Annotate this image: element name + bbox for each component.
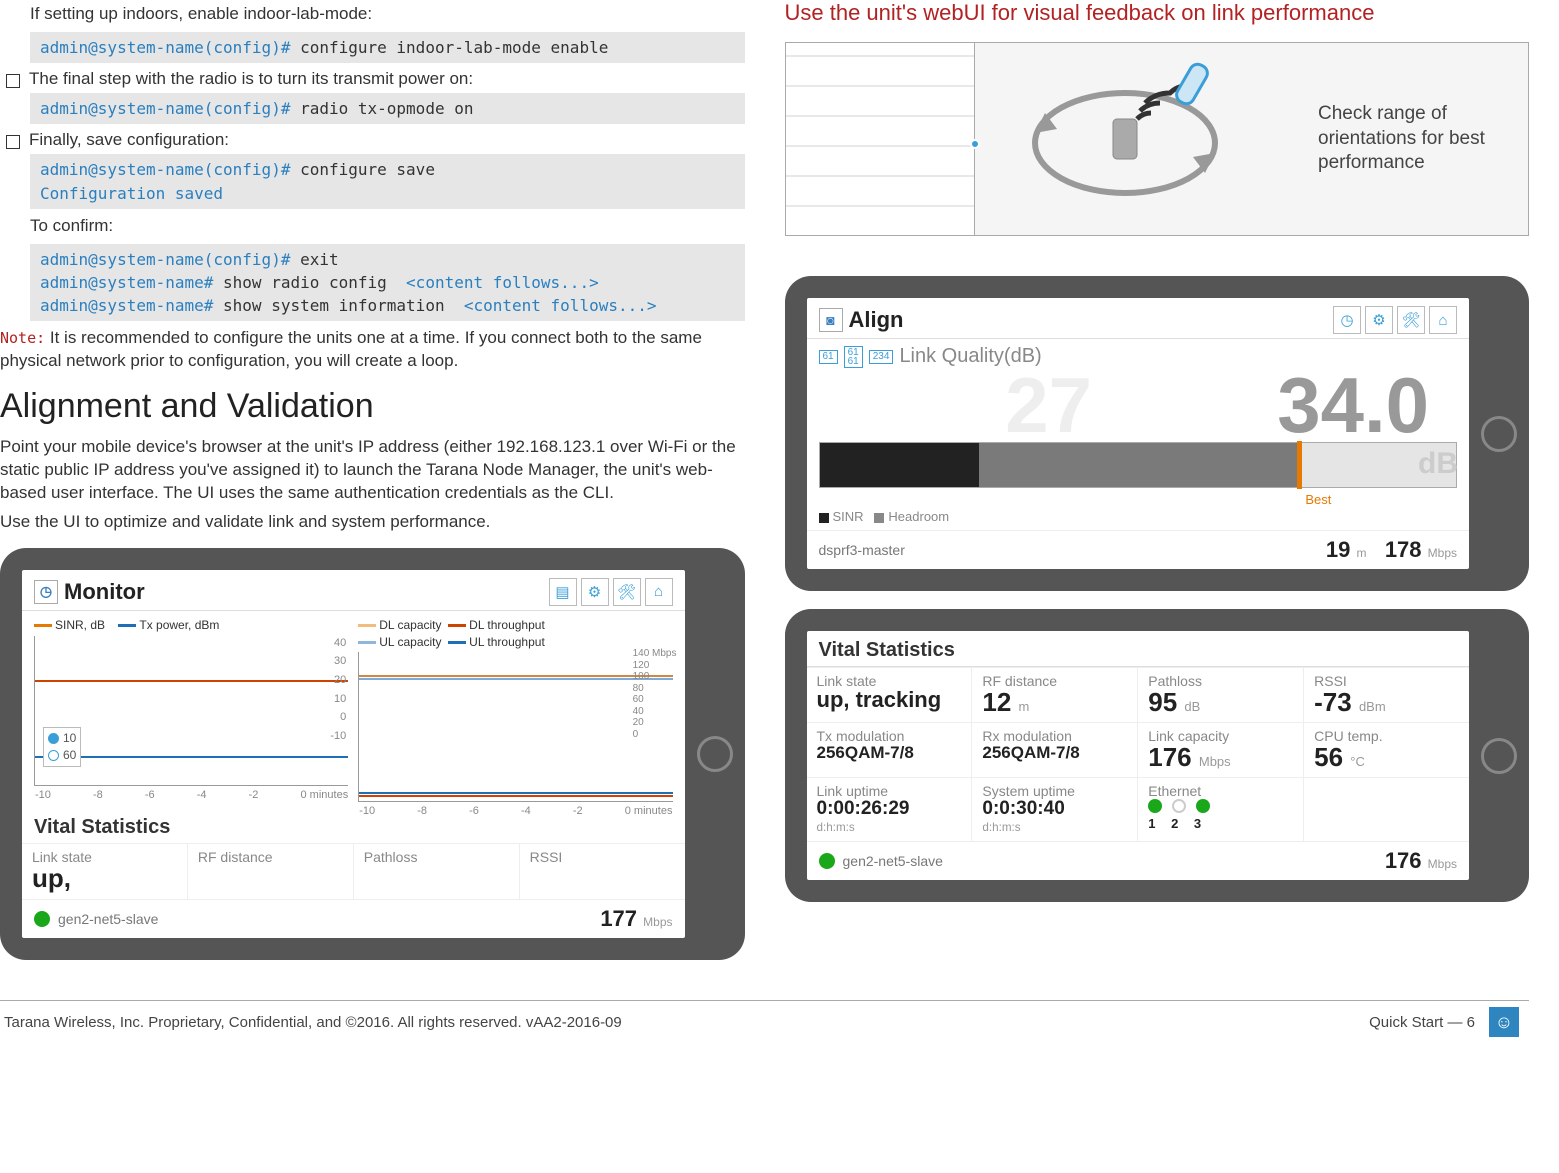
monitor-icon: ◷ [34,580,58,604]
node-name: gen2-net5-slave [58,911,158,927]
code-confirm: admin@system-name(config)# exit admin@sy… [30,244,745,322]
node-name: gen2-net5-slave [843,853,943,869]
align-title: Align [849,307,904,333]
yticks-left: 403020100-10 [330,634,346,746]
code-indoor: admin@system-name(config)# configure ind… [30,32,745,63]
step-save-text: Finally, save configuration: [29,130,229,150]
home-icon[interactable]: ⌂ [1429,306,1457,334]
ethernet-dots [1148,799,1293,816]
badge-3: 234 [869,350,894,364]
page-footer: Tarana Wireless, Inc. Proprietary, Confi… [0,1000,1529,1037]
signal-icon[interactable]: ▤ [549,578,577,606]
wrench-icon[interactable]: 🛠 [613,578,641,606]
gear-icon[interactable]: ⚙ [1365,306,1393,334]
confirm-text: To confirm: [30,215,745,238]
align-icon: ◙ [819,308,843,332]
left-column: If setting up indoors, enable indoor-lab… [0,0,745,960]
note: Note: It is recommended to configure the… [0,327,745,373]
person-icon: ☺ [1489,1007,1519,1037]
chart-throughput: 140 Mbps120100806040200 -10-8-6-4-20 min… [358,652,672,802]
status-dot-icon [819,853,835,869]
footer-left: Tarana Wireless, Inc. Proprietary, Confi… [4,1014,622,1031]
yticks-right: 140 Mbps120100806040200 [633,648,677,740]
code-tx: admin@system-name(config)# radio tx-opmo… [30,93,745,124]
step-indoor: If setting up indoors, enable indoor-lab… [30,3,745,26]
section-alignment: Alignment and Validation [0,387,745,426]
code-save: admin@system-name(config)# configure sav… [30,154,745,208]
lq-legend: SINR Headroom [807,507,1470,530]
checkbox-icon [6,135,20,149]
clock-icon[interactable]: ◷ [1333,306,1361,334]
lq-value: 27 34.0 [807,368,1470,442]
chart-sinr: 403020100-10 10 60 -10-8-6-4-20 minutes [34,636,348,786]
home-icon[interactable]: ⌂ [645,578,673,606]
wrench-icon[interactable]: 🛠 [1397,306,1425,334]
status-dot-icon [34,911,50,927]
orientation-illustration: Check range of orientations for best per… [974,42,1530,236]
badge-1: 61 [819,350,838,364]
align-para2: Use the UI to optimize and validate link… [0,511,745,534]
connector-dot-icon [970,139,980,149]
device-vital: Vital Statistics Link stateup, tracking … [785,609,1530,902]
monitor-title: Monitor [64,579,145,605]
right-heading: Use the unit's webUI for visual feedback… [785,0,1530,26]
home-button-icon [1481,738,1517,774]
device-align: ◙Align ◷ ⚙ 🛠 ⌂ 61 6161 234 Link Quality(… [785,276,1530,591]
node-name: dsprf3-master [819,542,905,558]
illus-caption: Check range of orientations for best per… [1318,102,1498,176]
footer-right: Quick Start — 6 [1369,1014,1475,1031]
time-selector[interactable]: 10 60 [43,727,81,767]
home-button-icon [1481,416,1517,452]
align-para1: Point your mobile device's browser at th… [0,436,745,505]
best-label: Best [1303,492,1469,507]
device-monitor: ◷Monitor ▤ ⚙ 🛠 ⌂ SINR, dB [0,548,745,961]
map-illustration [785,42,975,236]
lq-bar: dB [819,442,1458,488]
legend-right: DL capacity DL throughput UL capacity UL… [358,617,672,651]
vital-title: Vital Statistics [807,631,1470,667]
gear-icon[interactable]: ⚙ [581,578,609,606]
badge-2: 6161 [844,346,863,368]
legend-left: SINR, dB Tx power, dBm [34,617,348,634]
step-tx-text: The final step with the radio is to turn… [29,69,473,89]
checkbox-icon [6,74,20,88]
right-column: Use the unit's webUI for visual feedback… [775,0,1530,960]
home-button-icon [697,736,733,772]
